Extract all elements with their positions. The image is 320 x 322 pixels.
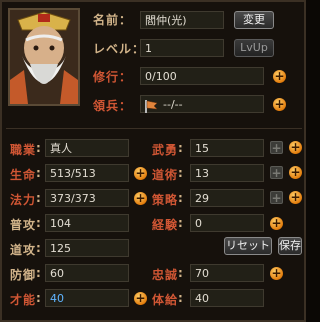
loyalty-plus-icon[interactable]: + <box>270 267 283 280</box>
stat-value-defense: 60 <box>45 264 129 282</box>
rename-button[interactable]: 変更 <box>234 11 274 29</box>
training-field: 0/100 <box>140 67 264 85</box>
colon: : <box>178 166 184 180</box>
talent-plus-icon[interactable]: + <box>134 292 147 305</box>
name-field: 閻仲(光) <box>140 11 224 29</box>
stat-value-stamina: 40 <box>190 289 264 307</box>
sorcery-plus-icon[interactable]: + <box>270 166 283 179</box>
stat-label-talent: 才能 <box>10 293 37 307</box>
stat-label-mp: 法力 <box>10 193 37 207</box>
colon: : <box>36 291 42 305</box>
stat-value-hp: 513/513 <box>45 164 129 182</box>
levelup-button[interactable]: LvUp <box>234 39 274 57</box>
strategy-orange-plus-icon[interactable]: + <box>289 191 302 204</box>
colon: : <box>178 191 184 205</box>
colon: : <box>36 191 42 205</box>
stat-label-magic-attack: 道攻 <box>10 243 37 257</box>
colon: : <box>178 266 184 280</box>
stat-label-valor: 武勇 <box>152 143 179 157</box>
stat-value-attack: 104 <box>45 214 129 232</box>
character-panel: 名前： 閻仲(光) 変更 レベル： 1 LvUp 修行： 0/100 + 領兵：… <box>0 0 306 322</box>
valor-plus-icon[interactable]: + <box>270 141 283 154</box>
troops-field: --/-- <box>140 95 264 113</box>
experience-plus-icon[interactable]: + <box>270 217 283 230</box>
stat-label-loyalty: 忠誠 <box>152 268 179 282</box>
colon: : <box>36 166 42 180</box>
mp-plus-icon[interactable]: + <box>134 192 147 205</box>
divider <box>6 128 302 129</box>
reset-button[interactable]: リセット <box>224 237 272 255</box>
stat-value-strategy: 29 <box>190 189 264 207</box>
stat-value-sorcery: 13 <box>190 164 264 182</box>
stat-label-experience: 経験 <box>152 218 179 232</box>
sorcery-orange-plus-icon[interactable]: + <box>289 166 302 179</box>
stat-label-strategy: 策略 <box>152 193 179 207</box>
flag-icon <box>144 98 158 113</box>
colon: : <box>178 291 184 305</box>
training-label: 修行： <box>93 70 133 84</box>
character-portrait <box>8 8 80 106</box>
valor-orange-plus-icon[interactable]: + <box>289 141 302 154</box>
troops-label: 領兵： <box>93 99 133 113</box>
stat-value-loyalty: 70 <box>190 264 264 282</box>
colon: : <box>178 141 184 155</box>
stat-value-experience: 0 <box>190 214 264 232</box>
hp-plus-icon[interactable]: + <box>134 167 147 180</box>
sage-portrait-image <box>10 10 78 104</box>
stat-value-magic-attack: 125 <box>45 239 129 257</box>
stat-label-sorcery: 道術 <box>152 168 179 182</box>
training-plus-icon[interactable]: + <box>273 70 286 83</box>
save-button[interactable]: 保存 <box>278 237 302 255</box>
name-label: 名前： <box>93 13 133 27</box>
stat-value-talent: 40 <box>45 289 129 307</box>
level-label: レベル： <box>93 42 146 56</box>
stat-label-attack: 普攻 <box>10 218 37 232</box>
stat-label-defense: 防御 <box>10 268 37 282</box>
stat-value-mp: 373/373 <box>45 189 129 207</box>
strategy-plus-icon[interactable]: + <box>270 191 283 204</box>
colon: : <box>178 216 184 230</box>
stat-label-hp: 生命 <box>10 168 37 182</box>
stat-label-stamina: 体給 <box>152 293 179 307</box>
stat-value-valor: 15 <box>190 139 264 157</box>
stat-value-job: 真人 <box>45 139 129 157</box>
level-field: 1 <box>140 39 224 57</box>
colon: : <box>36 241 42 255</box>
colon: : <box>36 266 42 280</box>
colon: : <box>36 141 42 155</box>
colon: : <box>36 216 42 230</box>
stat-label-job: 職業 <box>10 143 37 157</box>
troops-plus-icon[interactable]: + <box>273 98 286 111</box>
